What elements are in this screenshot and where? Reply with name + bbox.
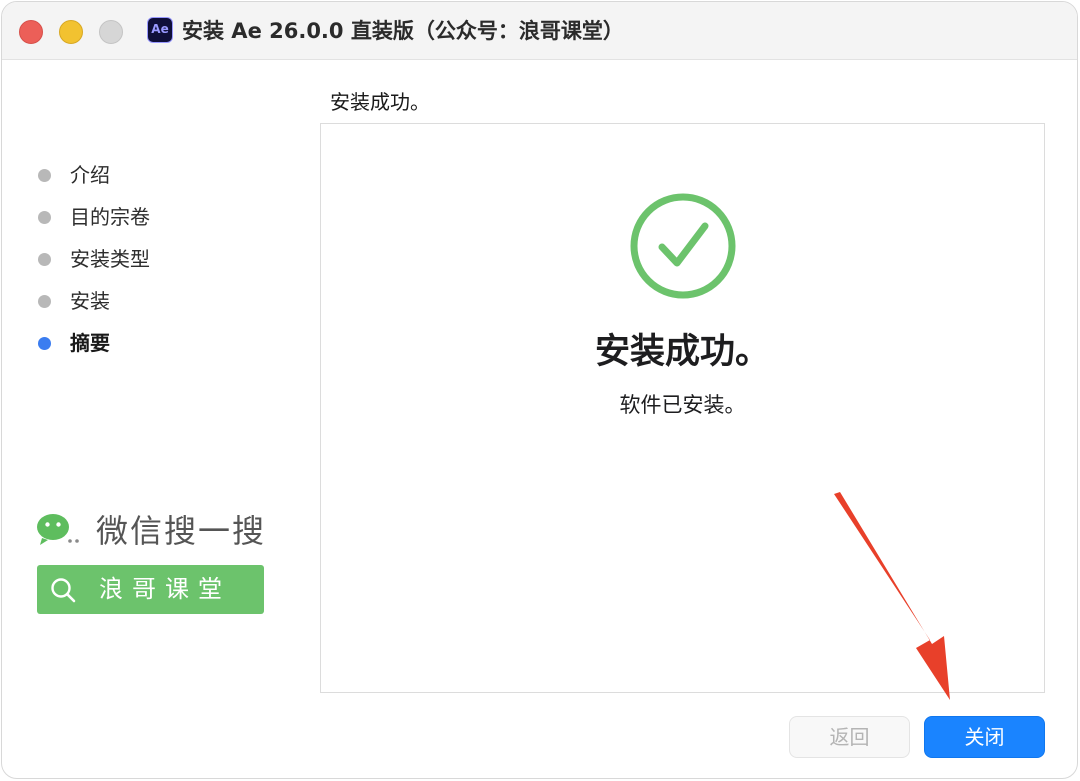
step-installation-type: 安装类型 [38,238,150,280]
step-label: 摘要 [70,331,110,355]
step-summary: 摘要 [38,322,150,364]
red-arrow-annotation-icon [834,492,950,700]
step-label: 介绍 [70,163,110,187]
step-dot-icon [38,253,51,266]
window-title: 安装 Ae 26.0.0 直装版（公众号：浪哥课堂） [182,19,624,43]
step-label: 安装 [70,289,110,313]
step-install: 安装 [38,280,150,322]
close-window-button[interactable] [19,20,43,44]
installer-window: Ae 安装 Ae 26.0.0 直装版（公众号：浪哥课堂） 介绍 目的宗卷 安装… [1,1,1078,779]
after-effects-app-icon: Ae [147,17,173,43]
step-label: 目的宗卷 [70,205,150,229]
zoom-window-button[interactable] [99,20,123,44]
success-heading: 安装成功。 [594,332,770,372]
step-dot-icon-active [38,337,51,350]
step-introduction: 介绍 [38,154,150,196]
search-icon [51,578,76,603]
wechat-search-label: 微信搜一搜 [96,512,267,550]
back-button[interactable]: 返回 [789,716,910,758]
close-button[interactable]: 关闭 [924,716,1045,758]
success-subtext: 软件已安装。 [619,393,746,417]
wechat-icon [37,514,79,545]
wechat-search-box: 浪哥课堂 [37,565,264,614]
title-bar: Ae 安装 Ae 26.0.0 直装版（公众号：浪哥课堂） [2,2,1077,60]
step-dot-icon [38,211,51,224]
step-dot-icon [38,295,51,308]
success-checkmark-icon [630,193,736,299]
section-title: 安装成功。 [330,90,430,114]
step-destination: 目的宗卷 [38,196,150,238]
minimize-window-button[interactable] [59,20,83,44]
step-dot-icon [38,169,51,182]
search-box-text: 浪哥课堂 [99,575,231,603]
step-label: 安装类型 [70,247,150,271]
installer-steps-list: 介绍 目的宗卷 安装类型 安装 摘要 [38,154,150,364]
